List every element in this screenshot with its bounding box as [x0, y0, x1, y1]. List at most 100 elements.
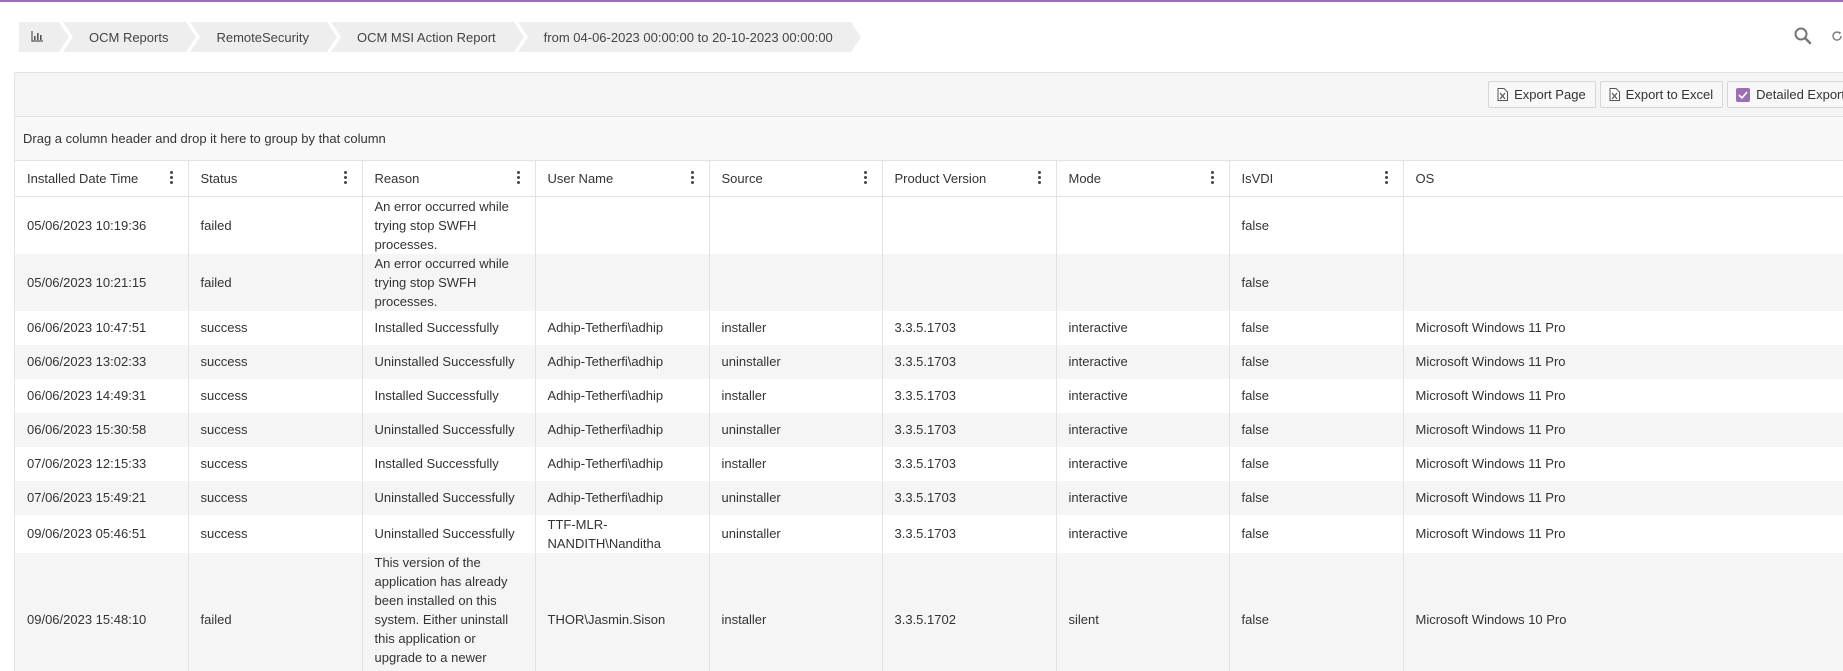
column-menu-icon[interactable] [169, 171, 174, 185]
table-body: 05/06/2023 10:19:36 failed An error occurr… [15, 196, 1843, 671]
cell-status: failed [188, 552, 363, 671]
column-header-user-name[interactable]: User Name [535, 161, 710, 197]
cell-source: installer [709, 378, 883, 413]
column-header-installed-date-time[interactable]: Installed Date Time [15, 161, 189, 197]
search-icon[interactable] [1791, 24, 1815, 48]
cell-mode: interactive [1056, 344, 1230, 379]
column-menu-icon[interactable] [1037, 171, 1042, 185]
cell-installed-date-time: 07/06/2023 15:49:21 [15, 480, 189, 515]
table-row[interactable]: 09/06/2023 05:46:51 success Uninstalled Su… [15, 514, 1843, 553]
cell-user-name: Adhip-Tetherfi\adhip [535, 412, 710, 447]
column-header-label: OS [1415, 170, 1435, 186]
export-to-excel-button[interactable]: Export to Excel [1599, 81, 1724, 108]
group-by-drop-zone[interactable]: Drag a column header and drop it here to… [15, 117, 1843, 161]
cell-os: Microsoft Windows 11 Pro [1403, 514, 1843, 553]
cell-reason: Uninstalled Successfully [362, 344, 536, 379]
breadcrumb-item-ocm-reports[interactable]: OCM Reports [63, 22, 197, 52]
column-header-reason[interactable]: Reason [362, 161, 536, 197]
table-row[interactable]: 06/06/2023 13:02:33 success Uninstalled Su… [15, 344, 1843, 379]
cell-product-version: 3.3.5.1702 [882, 552, 1057, 671]
column-header-label: Source [721, 170, 763, 186]
cell-installed-date-time: 09/06/2023 05:46:51 [15, 514, 189, 553]
bar-chart-icon [31, 31, 45, 43]
cell-product-version: 3.3.5.1703 [882, 378, 1057, 413]
cell-user-name [535, 196, 710, 254]
top-actions [1791, 24, 1843, 48]
cell-isvdi: false [1229, 196, 1404, 254]
cell-os: Microsoft Windows 10 Pro [1403, 552, 1843, 671]
breadcrumb-item-date-range[interactable]: from 04-06-2023 00:00:00 to 20-10-2023 0… [517, 22, 861, 52]
column-menu-icon[interactable] [863, 171, 868, 185]
breadcrumb-label: from 04-06-2023 00:00:00 to 20-10-2023 0… [543, 29, 833, 45]
cell-os: Microsoft Windows 11 Pro [1403, 480, 1843, 515]
cell-product-version: 3.3.5.1703 [882, 514, 1057, 553]
column-header-status[interactable]: Status [188, 161, 363, 197]
column-menu-icon[interactable] [690, 171, 695, 185]
cell-os: Microsoft Windows 11 Pro [1403, 378, 1843, 413]
table-row[interactable]: 06/06/2023 15:30:58 success Uninstalled Su… [15, 412, 1843, 447]
table-row[interactable]: 05/06/2023 10:21:15 failed An error occurr… [15, 253, 1843, 311]
cell-mode: interactive [1056, 446, 1230, 481]
column-menu-icon[interactable] [343, 171, 348, 185]
cell-source: installer [709, 552, 883, 671]
cell-reason: Installed Successfully [362, 310, 536, 345]
column-header-mode[interactable]: Mode [1056, 161, 1230, 197]
cell-mode: interactive [1056, 378, 1230, 413]
breadcrumb-item-remotesecurity[interactable]: RemoteSecurity [190, 22, 338, 52]
breadcrumb-label: RemoteSecurity [216, 29, 309, 45]
refresh-icon[interactable] [1831, 24, 1843, 48]
column-header-label: User Name [547, 170, 614, 186]
column-menu-icon[interactable] [1210, 171, 1215, 185]
cell-isvdi: false [1229, 310, 1404, 345]
breadcrumb-item-msi-action-report[interactable]: OCM MSI Action Report [330, 22, 524, 52]
cell-mode: interactive [1056, 480, 1230, 515]
table-row[interactable]: 06/06/2023 10:47:51 success Installed Succ… [15, 310, 1843, 345]
column-header-source[interactable]: Source [709, 161, 883, 197]
table-row[interactable]: 06/06/2023 14:49:31 success Installed Succ… [15, 378, 1843, 413]
cell-reason: An error occurred while trying stop SWFH… [362, 196, 536, 254]
cell-installed-date-time: 05/06/2023 10:21:15 [15, 253, 189, 311]
cell-reason: Installed Successfully [362, 446, 536, 481]
breadcrumb-home[interactable] [19, 22, 69, 52]
cell-isvdi: false [1229, 253, 1404, 311]
column-header-label: Mode [1068, 170, 1102, 186]
cell-mode: interactive [1056, 412, 1230, 447]
table-row[interactable]: 07/06/2023 15:49:21 success Uninstalled Su… [15, 480, 1843, 515]
column-header-label: Reason [374, 170, 420, 186]
table-row[interactable]: 05/06/2023 10:19:36 failed An error occurr… [15, 196, 1843, 254]
cell-os [1403, 196, 1843, 254]
column-header-product-version[interactable]: Product Version [882, 161, 1057, 197]
cell-os: Microsoft Windows 11 Pro [1403, 310, 1843, 345]
cell-status: success [188, 412, 363, 447]
export-page-button[interactable]: Export Page [1488, 81, 1596, 108]
cell-installed-date-time: 05/06/2023 10:19:36 [15, 196, 189, 254]
cell-user-name: THOR\Jasmin.Sison [535, 552, 710, 671]
cell-reason: Installed Successfully [362, 378, 536, 413]
cell-mode [1056, 253, 1230, 311]
cell-user-name: Adhip-Tetherfi\adhip [535, 446, 710, 481]
excel-file-icon [1609, 88, 1620, 101]
cell-os: Microsoft Windows 11 Pro [1403, 344, 1843, 379]
cell-os [1403, 253, 1843, 311]
breadcrumb-label: OCM Reports [89, 29, 169, 45]
column-header-os[interactable]: OS [1403, 161, 1843, 197]
column-header-isvdi[interactable]: IsVDI [1229, 161, 1404, 197]
column-menu-icon[interactable] [516, 171, 521, 185]
report-grid: Export Page Export to Excel Detailed Exp… [14, 72, 1843, 671]
checkbox-checked-icon[interactable] [1736, 87, 1751, 102]
cell-isvdi: false [1229, 552, 1404, 671]
column-menu-icon[interactable] [1384, 171, 1389, 185]
table-row[interactable]: 09/06/2023 15:48:10 failed This version of… [15, 552, 1843, 671]
table-row[interactable]: 07/06/2023 12:15:33 success Installed Succ… [15, 446, 1843, 481]
cell-product-version: 3.3.5.1703 [882, 344, 1057, 379]
cell-source [709, 196, 883, 254]
cell-product-version [882, 196, 1057, 254]
detailed-export-toggle[interactable]: Detailed Export [1727, 81, 1843, 108]
cell-source: uninstaller [709, 344, 883, 379]
grid-toolbar: Export Page Export to Excel Detailed Exp… [15, 73, 1843, 117]
cell-source: installer [709, 310, 883, 345]
export-page-label: Export Page [1514, 87, 1586, 102]
cell-reason: This version of the application has alre… [362, 552, 536, 671]
header-row: Installed Date Time Status Reason User Name… [15, 161, 1843, 197]
cell-user-name: Adhip-Tetherfi\adhip [535, 344, 710, 379]
